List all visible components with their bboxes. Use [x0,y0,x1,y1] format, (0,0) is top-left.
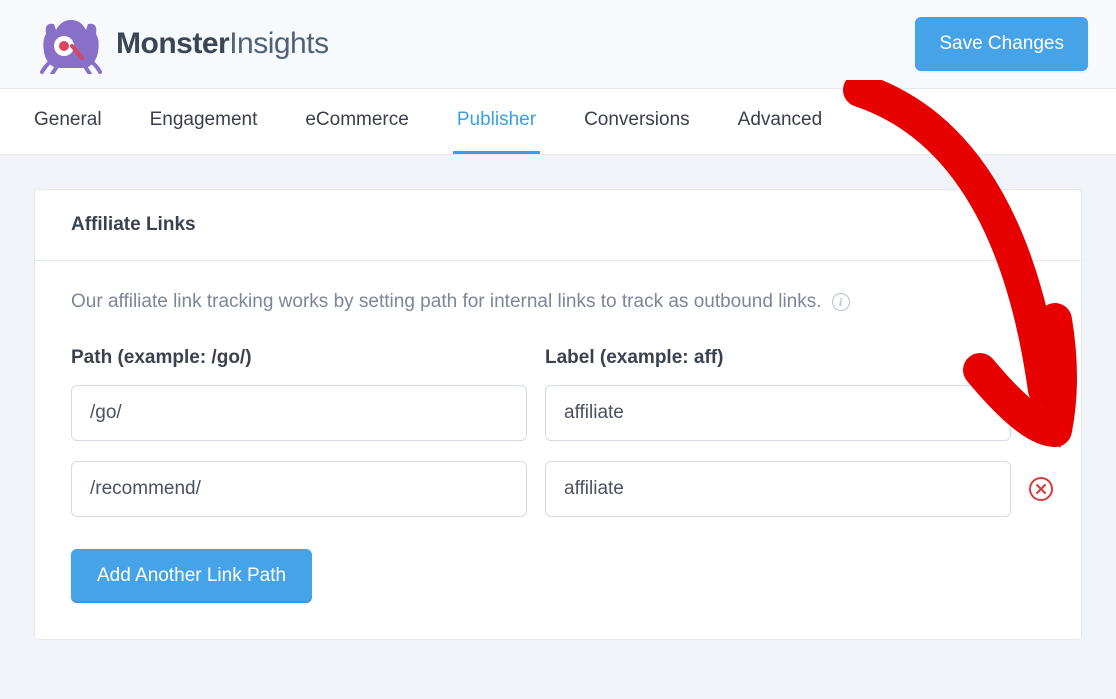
settings-tabs: General Engagement eCommerce Publisher C… [0,89,1116,155]
brand-light: Insights [229,27,328,60]
tab-advanced[interactable]: Advanced [734,89,827,154]
columns-header: Path (example: /go/) Label (example: aff… [71,347,1045,369]
tab-conversions[interactable]: Conversions [580,89,694,154]
brand-bold: Monster [116,27,229,60]
add-link-path-button[interactable]: Add Another Link Path [71,549,312,603]
path-input[interactable] [71,385,527,441]
label-column-label: Label (example: aff) [545,347,1011,369]
close-icon [1036,408,1046,418]
info-icon[interactable]: i [832,293,850,311]
tab-ecommerce[interactable]: eCommerce [301,89,412,154]
label-input[interactable] [545,385,1011,441]
brand-text: MonsterInsights [116,27,329,61]
card-title: Affiliate Links [35,190,1081,261]
tab-general[interactable]: General [30,89,106,154]
remove-row-button[interactable] [1029,477,1053,501]
label-input[interactable] [545,461,1011,517]
tab-publisher[interactable]: Publisher [453,89,540,154]
monster-icon [36,14,106,74]
card-body: Our affiliate link tracking works by set… [35,261,1081,639]
section-description: Our affiliate link tracking works by set… [71,291,822,313]
content-area: Affiliate Links Our affiliate link track… [0,155,1116,674]
path-column-label: Path (example: /go/) [71,347,527,369]
link-row [71,461,1045,517]
section-description-row: Our affiliate link tracking works by set… [71,291,1045,313]
app-header: MonsterInsights Save Changes [0,0,1116,89]
link-row [71,385,1045,441]
affiliate-links-card: Affiliate Links Our affiliate link track… [34,189,1082,640]
brand-logo: MonsterInsights [36,14,329,74]
tab-engagement[interactable]: Engagement [146,89,262,154]
save-changes-button[interactable]: Save Changes [915,17,1088,71]
remove-row-button[interactable] [1029,401,1053,425]
close-icon [1036,484,1046,494]
path-input[interactable] [71,461,527,517]
